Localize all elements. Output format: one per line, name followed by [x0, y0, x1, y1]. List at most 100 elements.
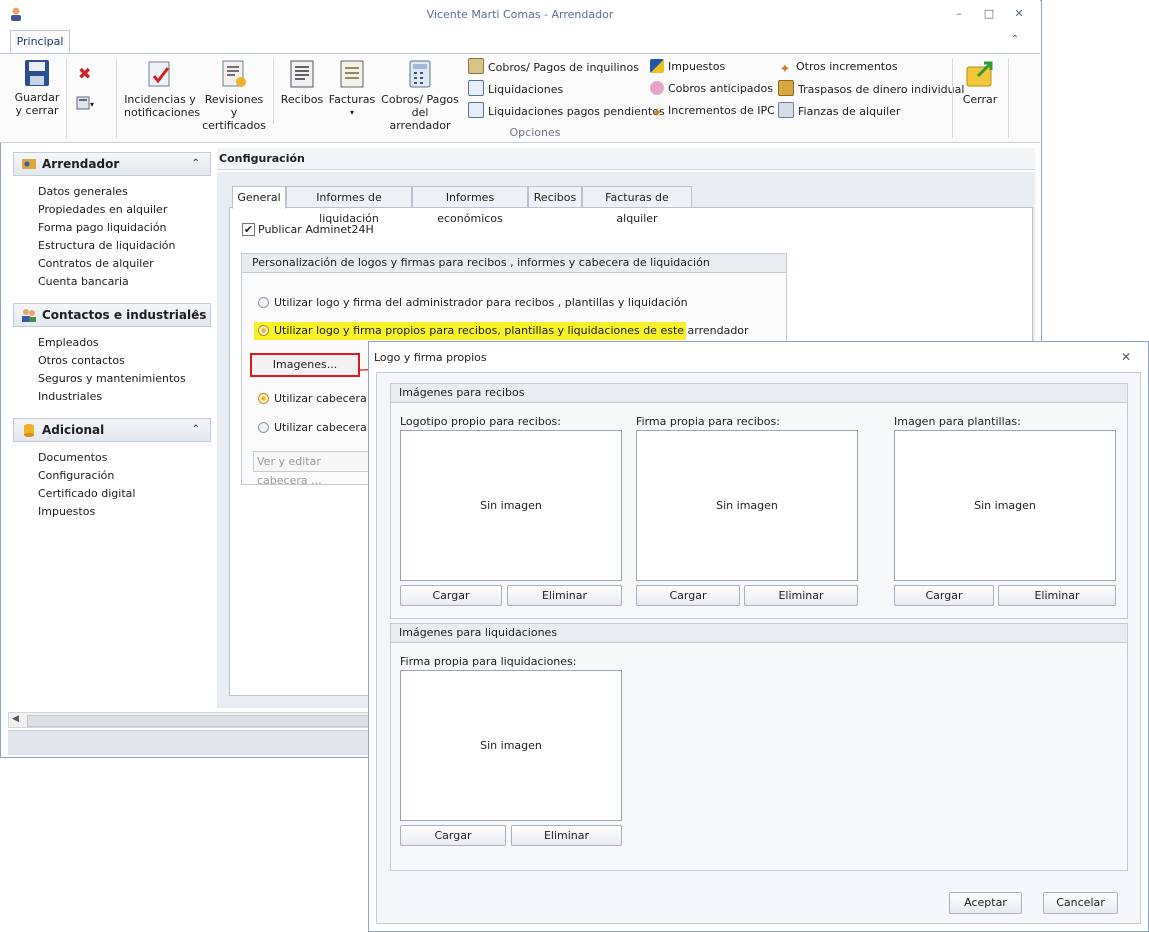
tab-recibos[interactable]: Recibos	[528, 186, 582, 208]
tax-agency-icon	[650, 59, 664, 73]
tab-informes-liquidacion[interactable]: Informes de liquidación	[286, 186, 412, 225]
minimize-button[interactable]: –	[950, 7, 968, 21]
revisions-button[interactable]: Revisiones y certificados	[200, 58, 268, 132]
rental-deposits-item[interactable]: Fianzas de alquiler	[778, 102, 900, 120]
radio-own-logo[interactable]	[258, 325, 269, 336]
incidents-button[interactable]: Incidencias y notificaciones	[124, 58, 200, 124]
taxes-item[interactable]: Impuestos	[650, 58, 725, 76]
scrollbar-thumb[interactable]	[27, 715, 369, 727]
page-title: Configuración	[217, 148, 1035, 170]
save-close-label-1: Guardar	[14, 91, 60, 104]
ipc-increments-item[interactable]: ✦ Incrementos de IPC	[650, 102, 775, 121]
nav-item-impuestos[interactable]: Impuestos	[38, 503, 95, 521]
pending-liquidations-item[interactable]: Liquidaciones pagos pendientes	[468, 102, 665, 120]
receipt-signature-load-button[interactable]: Cargar	[636, 585, 740, 606]
liquidation-images-title: Imágenes para liquidaciones	[390, 623, 1128, 643]
cancel-button[interactable]: Cancelar	[1043, 892, 1118, 914]
close-ribbon-button[interactable]: Cerrar	[958, 58, 1002, 124]
tab-facturas-alquiler[interactable]: Facturas de alquiler	[582, 186, 692, 225]
incidents-label-1: Incidencias y	[124, 93, 196, 106]
chevron-up-icon: ⌃	[191, 309, 200, 320]
nav-item-propiedades[interactable]: Propiedades en alquiler	[38, 201, 167, 219]
receipt-signature-delete-button[interactable]: Eliminar	[744, 585, 858, 606]
publish-checkbox[interactable]: ✔	[242, 223, 255, 236]
liquidation-load-button[interactable]: Cargar	[400, 825, 506, 846]
landlord-icon	[22, 159, 36, 169]
tab-informes-economicos[interactable]: Informes económicos	[412, 186, 528, 225]
template-image[interactable]: Sin imagen	[894, 430, 1116, 581]
accept-button[interactable]: Aceptar	[949, 892, 1022, 914]
radio-own-logo-label: Utilizar logo y firma propios para recib…	[274, 324, 749, 337]
radio-header-2[interactable]	[258, 422, 269, 433]
advance-payments-item[interactable]: Cobros anticipados	[650, 80, 773, 98]
ribbon-separator	[952, 58, 953, 138]
nav-item-certificado[interactable]: Certificado digital	[38, 485, 135, 503]
tab-principal[interactable]: Principal	[10, 30, 70, 53]
nav-item-documentos[interactable]: Documentos	[38, 449, 107, 467]
receipt-logo-load-button[interactable]: Cargar	[400, 585, 502, 606]
revisions-label-1: Revisiones y	[204, 93, 264, 119]
nav-item-empleados[interactable]: Empleados	[38, 334, 99, 352]
receipt-logo-image[interactable]: Sin imagen	[400, 430, 622, 581]
maximize-button[interactable]: □	[980, 7, 998, 21]
chevron-up-icon[interactable]: ⌃	[1008, 34, 1022, 48]
liquidation-signature-image[interactable]: Sin imagen	[400, 670, 622, 821]
exit-folder-icon	[966, 61, 993, 87]
dialog-close-icon[interactable]: ✕	[1119, 350, 1133, 364]
sparkle-icon: ✦	[779, 62, 791, 77]
receipt-logo-label: Logotipo propio para recibos:	[400, 415, 561, 428]
liquidations-item[interactable]: Liquidaciones	[468, 80, 563, 98]
ribbon-separator	[116, 58, 117, 138]
template-delete-button[interactable]: Eliminar	[998, 585, 1116, 606]
floppy-disk-icon	[25, 60, 49, 86]
nav-item-otros-contactos[interactable]: Otros contactos	[38, 352, 125, 370]
delete-icon[interactable]: ✖	[78, 66, 94, 82]
ribbon-separator	[66, 58, 67, 138]
invoices-button[interactable]: Facturas ▾	[328, 58, 376, 124]
close-button[interactable]: ✕	[1010, 7, 1028, 21]
other-increments-item[interactable]: ✦ Otros incrementos	[778, 58, 898, 77]
liquidation-delete-button[interactable]: Eliminar	[511, 825, 622, 846]
edit-header-field[interactable]: Ver y editar cabecera ...	[253, 451, 371, 487]
nav-item-datos-generales[interactable]: Datos generales	[38, 183, 128, 201]
arrow-left-icon[interactable]: ◀	[12, 714, 19, 724]
calculator-icon	[76, 96, 90, 110]
nav-item-configuracion[interactable]: Configuración	[38, 467, 114, 485]
receipt-logo-delete-button[interactable]: Eliminar	[507, 585, 622, 606]
ribbon-separator	[273, 58, 274, 124]
close-ribbon-label: Cerrar	[962, 93, 998, 106]
revisions-label-2: certificados	[202, 119, 266, 132]
publish-label: Publicar Adminet24H	[258, 223, 374, 236]
receipt-icon	[290, 60, 314, 88]
radio-admin-logo[interactable]	[258, 297, 269, 308]
radio-header-1[interactable]	[258, 393, 269, 404]
nav-item-forma-pago[interactable]: Forma pago liquidación	[38, 219, 167, 237]
images-button[interactable]: Imagenes...	[250, 353, 360, 377]
tenant-payments-item[interactable]: Cobros/ Pagos de inquilinos	[468, 58, 639, 76]
nav-item-cuenta[interactable]: Cuenta bancaria	[38, 273, 129, 291]
nav-section-arrendador[interactable]: Arrendador ⌃	[13, 152, 211, 176]
owner-payments-button[interactable]: Cobros/ Pagos del arrendador	[380, 58, 460, 132]
money-transfers-item[interactable]: Traspasos de dinero individual	[778, 80, 964, 98]
nav-item-industriales[interactable]: Industriales	[38, 388, 102, 406]
chevron-up-icon: ⌃	[191, 158, 200, 169]
nav-item-contratos[interactable]: Contratos de alquiler	[38, 255, 154, 273]
nav-item-estructura[interactable]: Estructura de liquidación	[38, 237, 175, 255]
dialog-title: Logo y firma propios	[374, 351, 487, 364]
nav-section-adicional[interactable]: Adicional ⌃	[13, 418, 211, 442]
template-load-button[interactable]: Cargar	[894, 585, 994, 606]
owner-payments-label-1: Cobros/ Pagos	[381, 93, 459, 106]
ribbon-group-label: Opciones	[509, 126, 561, 139]
pending-document-icon	[468, 102, 484, 118]
bell-document-icon	[222, 60, 246, 87]
invoices-label: Facturas	[328, 93, 376, 106]
receipts-button[interactable]: Recibos	[280, 58, 324, 124]
database-icon	[24, 424, 34, 437]
tab-general[interactable]: General	[232, 186, 286, 209]
ledger-icon	[468, 58, 484, 74]
receipt-signature-image[interactable]: Sin imagen	[636, 430, 858, 581]
nav-item-seguros[interactable]: Seguros y mantenimientos	[38, 370, 186, 388]
save-close-button[interactable]: Guardar y cerrar	[12, 58, 62, 124]
calculator-dropdown-button[interactable]: ▾	[76, 96, 106, 112]
nav-section-contactos[interactable]: Contactos e industriales ⌃	[13, 303, 211, 327]
